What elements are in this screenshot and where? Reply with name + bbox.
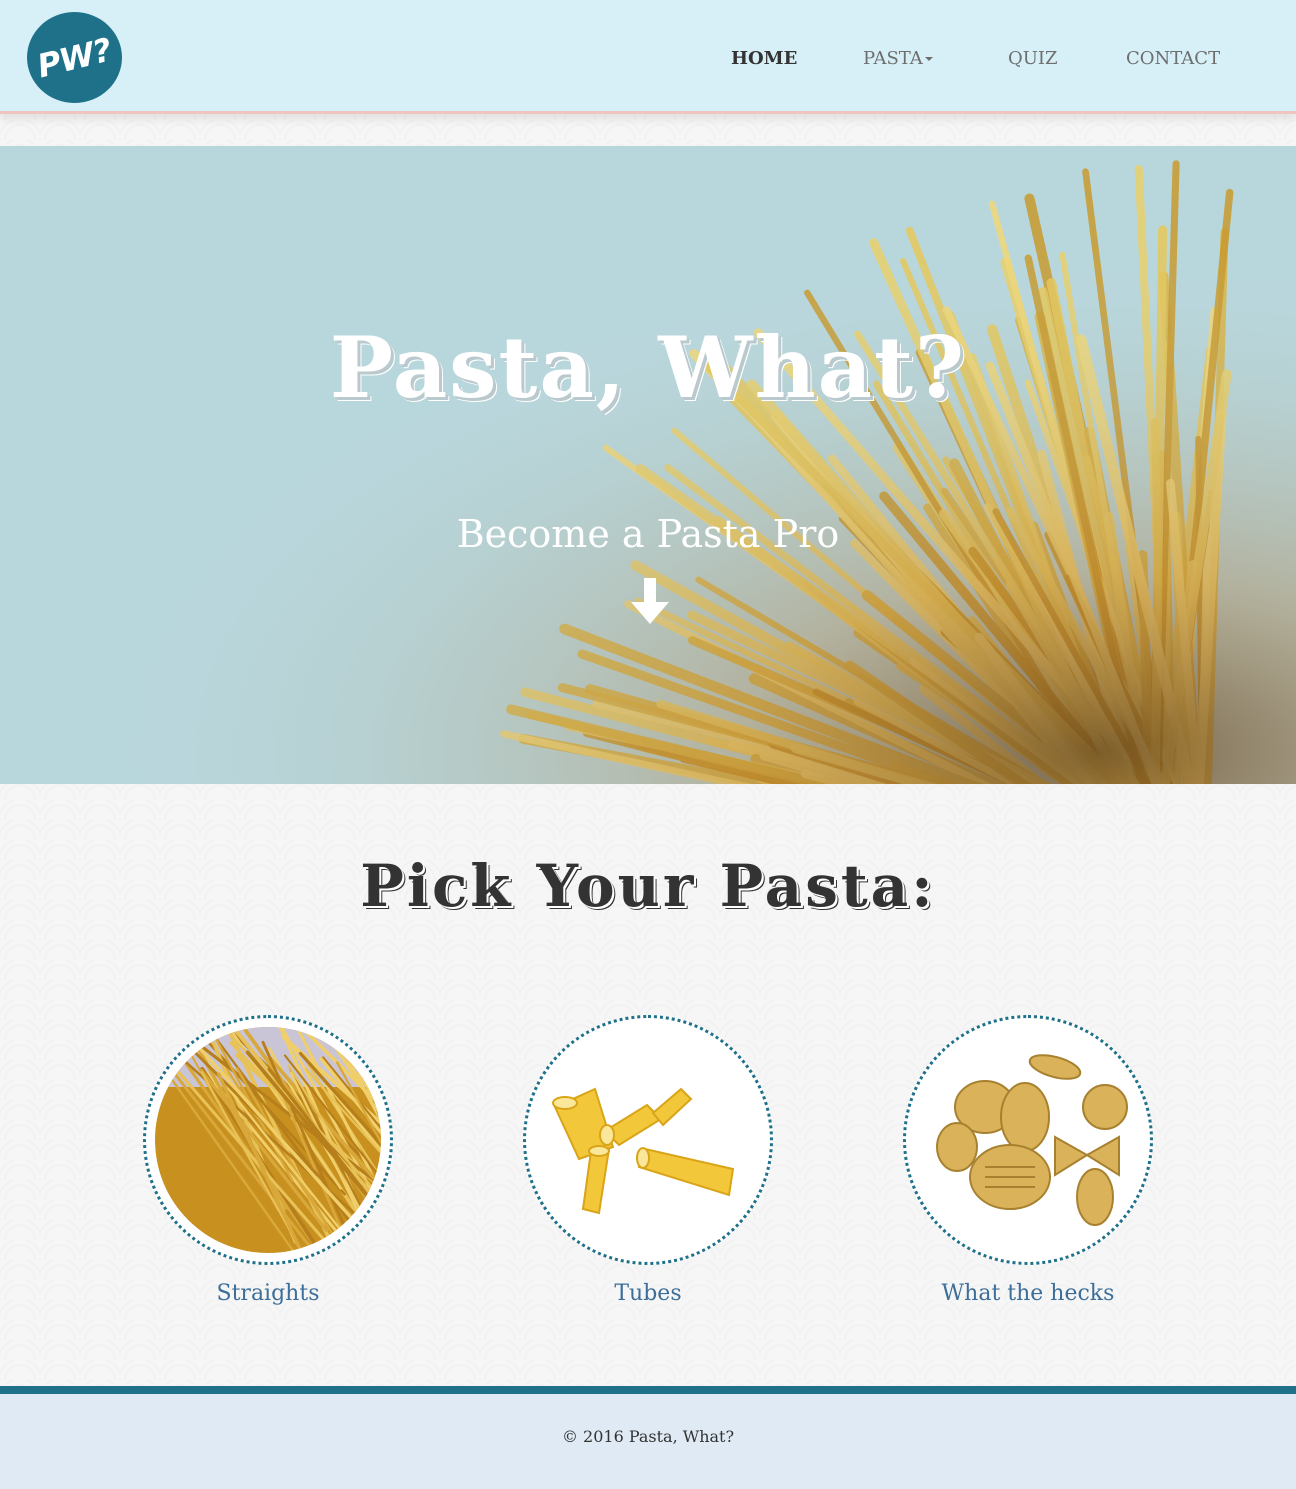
hero-banner: Pasta, What? Become a Pasta Pro [0,146,1296,784]
hero-subtitle: Become a Pasta Pro [456,512,840,556]
caret-down-icon [924,57,933,61]
footer: © 2016 Pasta, What? [0,1386,1296,1489]
navbar: PW? HOME PASTA QUIZ CONTACT [0,0,1296,114]
card-label-straights[interactable]: Straights [103,1281,433,1306]
nav-item-pasta[interactable]: PASTA [863,48,933,69]
nav-item-contact[interactable]: CONTACT [1126,48,1220,69]
spaghetti-hero-image [0,146,1296,784]
arrow-down-icon[interactable] [631,578,669,624]
spaghetti-image [155,1027,381,1253]
pasta-card-what-the-hecks[interactable]: What the hecks [903,1015,1153,1315]
section-title: Pick Your Pasta: [360,852,936,920]
nav-item-quiz[interactable]: QUIZ [1008,48,1058,69]
card-label-tubes[interactable]: Tubes [483,1281,813,1306]
nav-links: HOME PASTA QUIZ CONTACT [0,48,1296,74]
pasta-card-tubes[interactable]: Tubes [523,1015,773,1315]
mixed-pasta-image [915,1027,1141,1253]
penne-image [535,1027,761,1253]
copyright-text: © 2016 Pasta, What? [561,1427,735,1446]
pasta-card-straights[interactable]: Straights [143,1015,393,1315]
nav-item-home[interactable]: HOME [731,48,797,69]
nav-item-pasta-label: PASTA [863,48,923,69]
hero-title: Pasta, What? [329,318,967,417]
card-label-what-the-hecks[interactable]: What the hecks [863,1281,1193,1306]
